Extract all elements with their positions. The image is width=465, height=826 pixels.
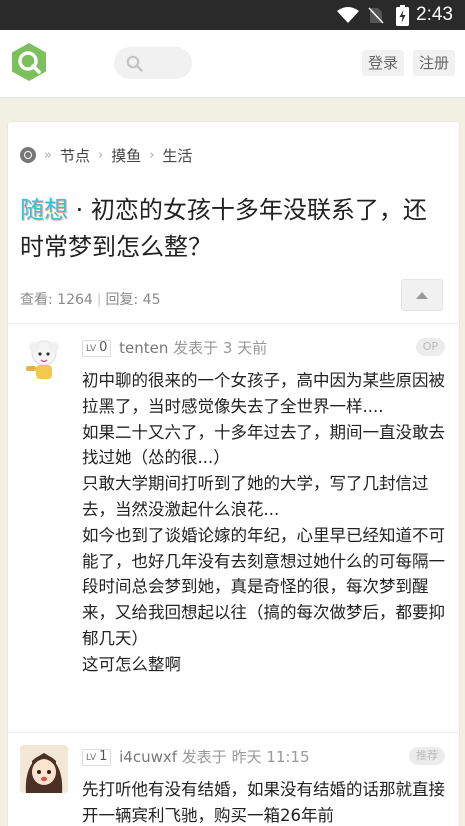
level-prefix: LV bbox=[86, 753, 97, 763]
status-bar: 2:43 bbox=[0, 0, 465, 30]
avatar[interactable] bbox=[20, 745, 68, 793]
breadcrumb-separator: › bbox=[97, 147, 104, 163]
avatar[interactable] bbox=[20, 336, 68, 384]
topic-tag[interactable]: 随想 bbox=[20, 196, 68, 224]
breadcrumb: » 节点 › 摸鱼 › 生活 bbox=[20, 145, 192, 166]
views-count: 查看: 1264 bbox=[20, 292, 93, 308]
breadcrumb-separator: » bbox=[44, 147, 52, 163]
breadcrumb-nodes[interactable]: 节点 bbox=[60, 145, 90, 166]
stats-separator: | bbox=[96, 292, 102, 308]
q-logo-icon[interactable] bbox=[9, 42, 49, 82]
content-line: 如果二十又六了，十多年过去了，期间一直没敢去找过她（怂的很...） bbox=[82, 422, 445, 468]
content-line: 如今也到了谈婚论嫁的年纪，心里早已经知道不可能了，也好几年没有去刻意想过她什么的… bbox=[82, 525, 445, 648]
breadcrumb-subcategory[interactable]: 生活 bbox=[162, 145, 192, 166]
reply-item: LV 1 i4cuwxf 发表于 昨天 11:15 推荐 先打听他有没有结婚，如… bbox=[8, 733, 459, 826]
reply-meta: LV 1 i4cuwxf 发表于 昨天 11:15 bbox=[82, 746, 310, 767]
home-icon[interactable] bbox=[20, 147, 36, 163]
wifi-icon bbox=[337, 7, 359, 23]
content-line: 初中聊的很来的一个女孩子，高中因为某些原因被拉黑了，当时感觉像失去了全世界一样.… bbox=[82, 371, 445, 416]
op-badge: OP bbox=[415, 338, 445, 356]
top-bar: 登录 注册 bbox=[0, 30, 465, 98]
reply-meta: LV 0 tenten 发表于 3 天前 bbox=[82, 337, 267, 358]
search-icon bbox=[126, 55, 143, 72]
reply-item: LV 0 tenten 发表于 3 天前 OP 初中聊的很来的一个女孩子，高中因… bbox=[8, 324, 459, 732]
topic-title-text: · 初恋的女孩十多年没联系了，还时常梦到怎么整？ bbox=[20, 196, 427, 261]
content-line: 这可怎么整啊 bbox=[82, 654, 181, 674]
breadcrumb-separator: › bbox=[149, 147, 155, 163]
level-prefix: LV bbox=[86, 344, 97, 354]
breadcrumb-category[interactable]: 摸鱼 bbox=[111, 145, 141, 166]
topic-card: » 节点 › 摸鱼 › 生活 随想 · 初恋的女孩十多年没联系了，还时常梦到怎么… bbox=[8, 122, 459, 826]
no-sim-icon bbox=[368, 7, 384, 24]
login-button[interactable]: 登录 bbox=[362, 50, 405, 76]
level-number: 1 bbox=[99, 749, 108, 764]
battery-charging-icon bbox=[396, 5, 409, 26]
topic-title: 随想 · 初恋的女孩十多年没联系了，还时常梦到怎么整？ bbox=[20, 192, 430, 266]
recommended-badge: 推荐 bbox=[409, 747, 445, 765]
reply-content: 先打听他有没有结婚，如果没有结婚的话那就直接开一辆宾利飞驰，购买一箱26年前 bbox=[82, 777, 454, 826]
post-time: 发表于 昨天 11:15 bbox=[181, 748, 310, 766]
reply-content: 初中聊的很来的一个女孩子，高中因为某些原因被拉黑了，当时感觉像失去了全世界一样.… bbox=[82, 368, 454, 678]
search-box[interactable] bbox=[114, 47, 192, 79]
level-number: 0 bbox=[99, 340, 108, 355]
content-line: 只敢大学期间打听到了她的大学，写了几封信过去，当然没激起什么浪花... bbox=[82, 474, 429, 519]
upvote-button[interactable] bbox=[401, 279, 443, 311]
clock: 2:43 bbox=[416, 4, 453, 25]
username[interactable]: i4cuwxf bbox=[119, 748, 177, 766]
sheep-avatar-icon bbox=[20, 336, 68, 384]
anime-avatar-icon bbox=[20, 745, 68, 793]
topic-stats: 查看: 1264 | 回复: 45 bbox=[20, 289, 161, 309]
username[interactable]: tenten bbox=[119, 339, 168, 357]
replies-count: 回复: 45 bbox=[105, 292, 161, 308]
post-time: 发表于 3 天前 bbox=[173, 339, 268, 357]
level-badge: LV 1 bbox=[82, 749, 112, 766]
register-button[interactable]: 注册 bbox=[413, 50, 456, 76]
content-line: 先打听他有没有结婚，如果没有结婚的话那就直接开一辆宾利飞驰，购买一箱26年前 bbox=[82, 780, 445, 825]
level-badge: LV 0 bbox=[82, 340, 112, 357]
